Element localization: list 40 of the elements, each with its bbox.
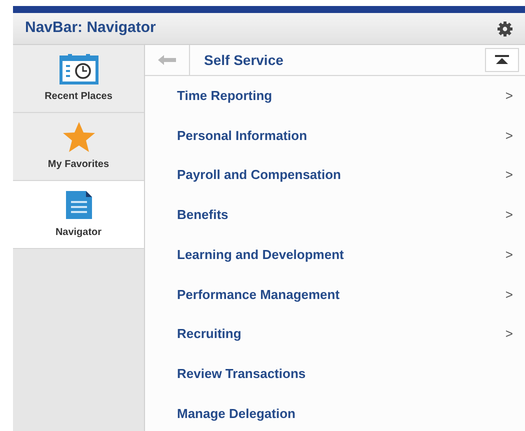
menu-item-label: Recruiting [177, 325, 242, 344]
chevron-icon: > [505, 165, 513, 185]
menu-item[interactable]: Personal Information > [145, 116, 525, 156]
back-arrow-icon [158, 55, 176, 65]
panel-title: Self Service [204, 50, 284, 70]
tile-label: My Favorites [48, 158, 110, 172]
menu-item-label: Manage Delegation [177, 404, 296, 423]
menu-item[interactable]: Recruiting > [145, 314, 525, 354]
chevron-icon: > [505, 126, 513, 146]
star-icon [60, 121, 96, 153]
menu-item-label: Payroll and Compensation [177, 166, 341, 184]
sidebar-tile[interactable]: Navigator [13, 181, 144, 249]
chevron-icon: > [505, 86, 513, 106]
navbar-title: NavBar: Navigator [25, 18, 156, 38]
menu-item[interactable]: Performance Management > [145, 274, 525, 314]
menu-item-label: Learning and Development [177, 246, 344, 264]
sidebar-tile[interactable]: Recent Places [13, 45, 144, 113]
menu-item[interactable]: Payroll and Compensation > [145, 155, 525, 196]
chevron-icon: > [505, 324, 513, 344]
menu-item-label: Personal Information [177, 126, 308, 145]
menu-item[interactable]: Manage Delegation [145, 394, 525, 431]
calendar-clock-icon [58, 53, 98, 85]
settings-icon[interactable] [497, 20, 513, 36]
menu-item[interactable]: Benefits > [145, 195, 525, 235]
menu-item-label: Review Transactions [177, 364, 306, 383]
menu-item-label: Benefits [177, 206, 228, 224]
chevron-icon: > [505, 205, 513, 225]
menu-item[interactable]: Learning and Development > [145, 234, 525, 274]
menu-item[interactable]: Review Transactions [145, 354, 525, 394]
chevron-icon: > [505, 284, 513, 304]
menu-item-label: Time Reporting [177, 87, 272, 106]
menu-item[interactable]: Time Reporting > [145, 76, 525, 116]
menu-item-label: Performance Management [177, 286, 340, 304]
chevron-icon: > [505, 244, 513, 264]
collapse-icon [495, 55, 509, 65]
tile-label: Recent Places [44, 90, 112, 104]
tile-label: Navigator [55, 226, 102, 240]
document-icon [64, 189, 94, 221]
collapse-button[interactable] [485, 48, 519, 72]
sidebar-tile[interactable]: My Favorites [13, 113, 144, 181]
